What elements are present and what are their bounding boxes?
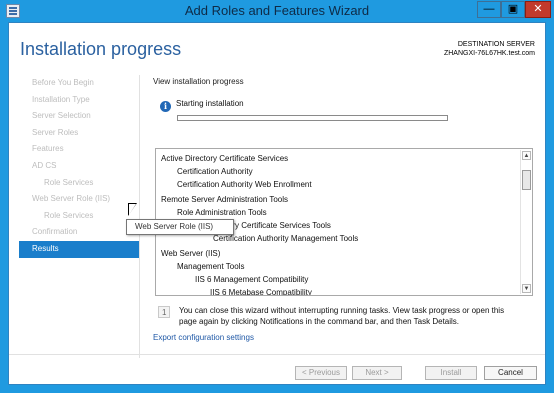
mouse-cursor-fill [129, 204, 136, 215]
window-title: Add Roles and Features Wizard [184, 3, 370, 18]
nav-item-before-you-begin: Before You Begin [32, 78, 94, 87]
scroll-thumb[interactable] [522, 170, 531, 190]
destination-server-info: DESTINATION SERVER ZHANGXI-76L67HK.test.… [444, 40, 535, 58]
list-item: Certification Authority [177, 167, 253, 176]
view-progress-label: View installation progress [153, 77, 244, 86]
list-item: Web Server (IIS) [161, 249, 221, 258]
info-icon: i [160, 101, 171, 112]
export-configuration-link[interactable]: Export configuration settings [153, 333, 254, 342]
list-item: Certification Authority Web Enrollment [177, 180, 312, 189]
destination-label: DESTINATION SERVER [457, 41, 535, 48]
nav-item-ad-cs: AD CS [32, 160, 57, 170]
notification-icon [158, 306, 170, 318]
minimize-button[interactable]: — [477, 1, 501, 18]
nav-item-iis-role-services: Role Services [44, 210, 94, 220]
status-text: Starting installation [176, 99, 244, 108]
destination-server-name: ZHANGXI-76L67HK.test.com [443, 50, 535, 57]
progress-bar [177, 115, 448, 121]
list-item: Management Tools [177, 262, 245, 271]
nav-item-web-server-role: Web Server Role (IIS) [32, 194, 111, 204]
tooltip: Web Server Role (IIS) [126, 219, 234, 235]
list-item: Remote Server Administration Tools [161, 195, 289, 204]
nav-item-server-selection: Server Selection [32, 111, 91, 121]
list-item: Role Administration Tools [177, 208, 267, 217]
nav-item-features: Features [32, 144, 64, 154]
install-button[interactable]: Install [425, 366, 477, 380]
previous-button[interactable]: < Previous [295, 366, 347, 380]
next-button[interactable]: Next > [352, 366, 402, 380]
list-scrollbar[interactable]: ▲ ▼ [520, 150, 531, 294]
list-item: Active Directory Certificate Services [161, 154, 289, 163]
nav-item-ad-cs-role-services: Role Services [44, 177, 94, 187]
close-button[interactable]: ✕ [525, 1, 551, 18]
nav-divider [139, 75, 140, 358]
cancel-button[interactable]: Cancel [484, 366, 537, 380]
scroll-up-icon[interactable]: ▲ [522, 151, 531, 160]
nav-item-results[interactable]: Results [19, 240, 140, 258]
close-wizard-notice: You can close this wizard without interr… [179, 306, 505, 326]
footer-divider [9, 354, 545, 355]
title-bar: Add Roles and Features Wizard — ▣ ✕ [0, 0, 554, 22]
wizard-window: Add Roles and Features Wizard — ▣ ✕ Inst… [0, 0, 554, 393]
wizard-client-area: Installation progress DESTINATION SERVER… [8, 22, 546, 385]
list-item: IIS 6 Management Compatibility [195, 275, 309, 284]
wizard-nav: Before You Begin Installation Type Serve… [19, 75, 140, 258]
nav-item-confirmation: Confirmation [32, 227, 78, 237]
nav-item-server-roles: Server Roles [32, 127, 79, 137]
list-item: IIS 6 Metabase Compatibility [210, 288, 312, 296]
nav-item-installation-type: Installation Type [32, 94, 90, 104]
maximize-button[interactable]: ▣ [501, 1, 525, 18]
page-title: Installation progress [20, 39, 182, 59]
scroll-down-icon[interactable]: ▼ [522, 284, 531, 293]
